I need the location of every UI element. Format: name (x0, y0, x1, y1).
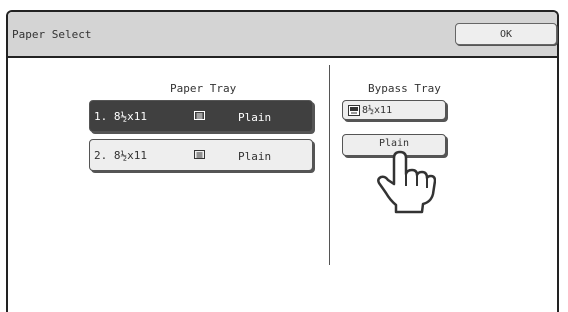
ok-button[interactable]: OK (455, 23, 557, 45)
paper-tray-1-button[interactable]: 1. 8½x11 Plain (89, 100, 313, 132)
tray-label: 1. 8½x11 (94, 110, 147, 123)
pointing-hand-icon (374, 148, 437, 218)
bypass-size-button[interactable]: 8½x11 (342, 100, 446, 120)
bypass-tray-heading: Bypass Tray (368, 82, 441, 95)
paper-type-label: Plain (238, 111, 272, 124)
title-bar: Paper Select OK (8, 12, 557, 58)
paper-type-label: Plain (238, 150, 272, 163)
bypass-size-label: 8½x11 (362, 105, 393, 116)
paper-tray-2-button[interactable]: 2. 8½x11 Plain (89, 139, 313, 171)
tray-label: 2. 8½x11 (94, 149, 147, 162)
window-title: Paper Select (12, 28, 92, 41)
paper-stack-icon (194, 149, 205, 162)
paper-tray-heading: Paper Tray (170, 82, 237, 95)
paper-stack-icon (194, 110, 205, 123)
bypass-tray-icon (348, 105, 360, 119)
tray-divider (329, 65, 330, 265)
